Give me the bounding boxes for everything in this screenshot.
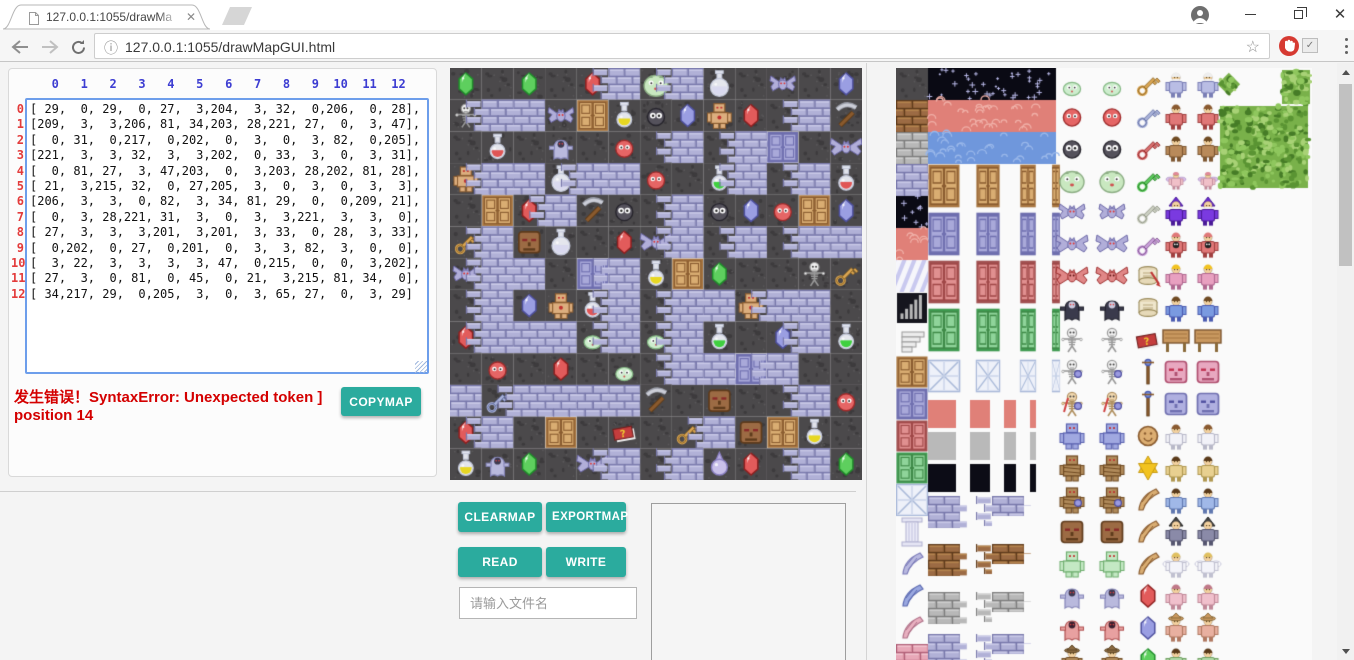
reload-icon[interactable] <box>66 35 90 59</box>
titlebar: 127.0.0.1:1055/drawMa ✕ ✕ <box>0 0 1354 30</box>
map-canvas[interactable] <box>450 68 862 480</box>
url-text: 127.0.0.1:1055/drawMapGUI.html <box>125 39 335 55</box>
forward-icon[interactable] <box>38 35 62 59</box>
info-icon[interactable]: ⓘ <box>104 38 118 58</box>
clearmap-button[interactable]: CLEARMAP <box>458 502 542 532</box>
toolbar: ⓘ 127.0.0.1:1055/drawMapGUI.html ☆ ✓ <box>0 30 1354 62</box>
vertical-divider <box>866 63 867 660</box>
stop-hand-extension-icon[interactable] <box>1278 35 1300 62</box>
restore-button[interactable] <box>1276 0 1320 28</box>
tab-title-fade <box>158 8 180 26</box>
row-header: 6 <box>11 194 24 209</box>
textarea-resize-grip[interactable] <box>415 361 427 373</box>
output-box <box>651 503 846 660</box>
horizontal-divider <box>0 491 856 492</box>
row-header: 4 <box>11 164 24 179</box>
browser-window: 127.0.0.1:1055/drawMa ✕ ✕ ⓘ 127.0.0.1:10… <box>0 0 1354 660</box>
page-content: 0 1 2 3 4 5 6 7 8 9 10 11 12 01234567891… <box>0 63 1354 660</box>
menu-icon[interactable] <box>1338 36 1354 56</box>
browser-tab[interactable]: 127.0.0.1:1055/drawMa ✕ <box>2 3 214 30</box>
read-button[interactable]: READ <box>458 547 542 577</box>
row-header: 1 <box>11 117 24 132</box>
exportmap-button[interactable]: EXPORTMAP <box>546 502 626 532</box>
row-header: 2 <box>11 133 24 148</box>
bookmark-star-icon[interactable]: ☆ <box>1246 37 1260 57</box>
row-header: 12 <box>11 287 24 302</box>
scroll-up-icon[interactable] <box>1337 63 1354 80</box>
map-matrix-textarea[interactable] <box>25 98 429 374</box>
address-bar[interactable]: ⓘ 127.0.0.1:1055/drawMapGUI.html ☆ <box>94 33 1270 59</box>
row-header: 8 <box>11 225 24 240</box>
column-headers: 0 1 2 3 4 5 6 7 8 9 10 11 12 <box>30 77 406 91</box>
page-scrollbar[interactable] <box>1337 63 1354 660</box>
row-header: 0 <box>11 102 24 117</box>
row-header: 5 <box>11 179 24 194</box>
write-button[interactable]: WRITE <box>546 547 626 577</box>
row-header: 3 <box>11 148 24 163</box>
minimize-button[interactable] <box>1228 0 1272 28</box>
checkbox-extension-icon[interactable]: ✓ <box>1302 38 1318 53</box>
copymap-button[interactable]: COPYMAP <box>341 387 421 416</box>
scroll-down-icon[interactable] <box>1337 643 1354 660</box>
tileset-canvas[interactable] <box>896 68 1312 660</box>
back-icon[interactable] <box>8 35 32 59</box>
scrollbar-thumb[interactable] <box>1339 84 1352 266</box>
row-header: 7 <box>11 210 24 225</box>
close-button[interactable]: ✕ <box>1318 0 1354 28</box>
tab-close-icon[interactable]: ✕ <box>186 10 196 24</box>
row-headers: 0123456789101112 <box>11 102 24 302</box>
row-header: 10 <box>11 256 24 271</box>
row-header: 11 <box>11 271 24 286</box>
error-message: 发生错误！SyntaxError: Unexpected token ] pos… <box>14 389 346 425</box>
row-header: 9 <box>11 241 24 256</box>
profile-icon[interactable] <box>1190 5 1210 25</box>
new-tab-button[interactable] <box>222 7 252 25</box>
matrix-panel: 0 1 2 3 4 5 6 7 8 9 10 11 12 01234567891… <box>8 68 437 477</box>
filename-input[interactable] <box>459 587 637 619</box>
